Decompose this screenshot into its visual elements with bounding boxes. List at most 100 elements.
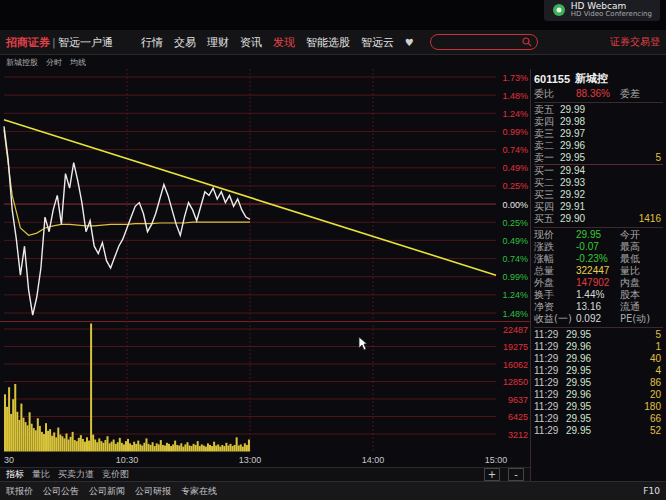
stat-row: 净资13.16流通 bbox=[534, 301, 663, 313]
menu-item[interactable]: 理财 bbox=[207, 35, 229, 50]
volume-bar bbox=[244, 443, 246, 451]
login-link[interactable]: 证券交易登 bbox=[610, 35, 660, 49]
status-link[interactable]: 联报价 bbox=[6, 485, 33, 498]
volume-bar bbox=[232, 446, 234, 451]
volume-bar bbox=[47, 431, 49, 452]
volume-bar bbox=[27, 425, 29, 451]
volume-bar bbox=[193, 444, 195, 452]
volume-bar bbox=[189, 446, 191, 452]
price-axis-label: 0.74% bbox=[502, 145, 528, 155]
volume-bar bbox=[14, 384, 16, 452]
volume-bar bbox=[234, 445, 236, 452]
stock-title: 601155新城控 bbox=[534, 71, 663, 86]
status-link[interactable]: 专家在线 bbox=[181, 485, 217, 498]
volume-bar bbox=[205, 447, 207, 452]
indicator-tab[interactable]: 指标 bbox=[6, 468, 24, 481]
quote-stats: 现价29.95今开涨跌-0.07最高涨幅-0.23%最低总量322447量比外盘… bbox=[534, 227, 663, 325]
volume-bar bbox=[141, 446, 143, 452]
volume-bar bbox=[238, 446, 240, 452]
volume-bar bbox=[117, 442, 119, 451]
volume-bar bbox=[230, 444, 232, 452]
volume-bar bbox=[195, 445, 197, 452]
status-button[interactable]: F10 bbox=[643, 486, 660, 496]
volume-bar bbox=[33, 428, 35, 451]
volume-bar bbox=[139, 444, 141, 451]
price-axis-label: 0.25% bbox=[502, 218, 528, 228]
menu-item[interactable]: 交易 bbox=[174, 35, 196, 50]
time-label: 30 bbox=[4, 455, 14, 465]
volume-bar bbox=[49, 429, 51, 451]
volume-bar bbox=[55, 437, 57, 451]
volume-bar bbox=[246, 445, 248, 452]
volume-bar bbox=[207, 443, 209, 451]
volume-axis-label: 19275 bbox=[503, 342, 528, 352]
volume-bar bbox=[176, 445, 178, 452]
menu-item[interactable]: 资讯 bbox=[240, 35, 262, 50]
volume-bar bbox=[225, 443, 227, 452]
webcam-notification[interactable]: HD WebcamHD Video Conferencing bbox=[544, 0, 660, 21]
volume-axis-label: 22487 bbox=[503, 325, 528, 335]
status-link[interactable]: 公司研报 bbox=[135, 485, 171, 498]
volume-bar bbox=[248, 440, 250, 452]
menu-item[interactable]: 行情 bbox=[141, 35, 163, 50]
volume-bar bbox=[111, 442, 113, 452]
volume-bar bbox=[94, 440, 96, 452]
volume-axis-label: 12850 bbox=[503, 377, 528, 387]
volume-axis-label: 6425 bbox=[508, 412, 528, 422]
volume-bar bbox=[135, 444, 137, 452]
price-axis-label: 1.73% bbox=[502, 73, 528, 83]
status-link[interactable]: 公司公告 bbox=[43, 485, 79, 498]
trend-line[interactable] bbox=[4, 120, 496, 275]
zoom-button[interactable]: - bbox=[508, 468, 524, 481]
volume-bar bbox=[184, 444, 186, 451]
grid-line bbox=[4, 364, 496, 365]
volume-bar bbox=[78, 438, 80, 452]
stat-row: 外盘147902内盘 bbox=[534, 277, 663, 289]
volume-bar bbox=[74, 440, 76, 451]
indicator-tab[interactable]: 竞价图 bbox=[102, 468, 129, 481]
volume-bar bbox=[227, 446, 229, 452]
time-label: 13:00 bbox=[239, 455, 262, 465]
grid-line bbox=[250, 321, 251, 453]
volume-bar bbox=[59, 435, 61, 452]
order-book-row: 卖四29.98 bbox=[534, 116, 663, 128]
volume-bar bbox=[203, 446, 205, 452]
volume-axis-label: 3212 bbox=[508, 430, 528, 440]
stat-row: 换手1.44%股本 bbox=[534, 289, 663, 301]
search-box[interactable] bbox=[430, 34, 538, 50]
zoom-button[interactable]: + bbox=[484, 468, 500, 481]
indicator-tab[interactable]: 买卖力道 bbox=[58, 468, 94, 481]
menu-bar: 招商证券|智远一户通行情交易理财资讯发现智能选股智远云♥证券交易登 bbox=[0, 30, 666, 55]
status-link[interactable]: 公司新闻 bbox=[89, 485, 125, 498]
webcam-icon bbox=[552, 3, 566, 17]
trade-tick-row: 11:2929.9566 bbox=[534, 413, 663, 425]
favorites-icon[interactable]: ♥ bbox=[405, 37, 414, 48]
volume-bar bbox=[197, 441, 199, 451]
volume-bar bbox=[61, 436, 63, 451]
volume-bar bbox=[68, 440, 70, 452]
volume-bar bbox=[96, 442, 98, 451]
indicator-tab[interactable]: 量比 bbox=[32, 468, 50, 481]
order-book-row: 卖三29.97 bbox=[534, 128, 663, 140]
volume-bar bbox=[213, 442, 215, 452]
chart-header-item: 新城控股 bbox=[6, 57, 38, 68]
notification-title: HD Webcam bbox=[571, 2, 652, 11]
price-axis-label: 1.48% bbox=[502, 309, 528, 319]
volume-bar bbox=[221, 445, 223, 452]
volume-bar bbox=[10, 414, 12, 452]
volume-bar bbox=[100, 441, 102, 451]
volume-bar bbox=[107, 436, 109, 451]
menu-item[interactable]: 发现 bbox=[273, 35, 295, 50]
chart-header-item: 分时 bbox=[46, 57, 62, 68]
volume-bar bbox=[154, 446, 156, 451]
price-axis-label: 0.49% bbox=[502, 236, 528, 246]
time-label: 15:00 bbox=[485, 455, 508, 465]
menu-item[interactable]: 智能选股 bbox=[306, 35, 350, 50]
order-book-row: 卖二29.96 bbox=[534, 140, 663, 152]
volume-bar bbox=[6, 407, 8, 452]
volume-bar bbox=[148, 444, 150, 452]
stat-row: 涨跌-0.07最高 bbox=[534, 241, 663, 253]
title-strip: HD WebcamHD Video Conferencing bbox=[0, 0, 666, 30]
volume-bar bbox=[12, 399, 14, 451]
menu-item[interactable]: 智远云 bbox=[361, 35, 394, 50]
